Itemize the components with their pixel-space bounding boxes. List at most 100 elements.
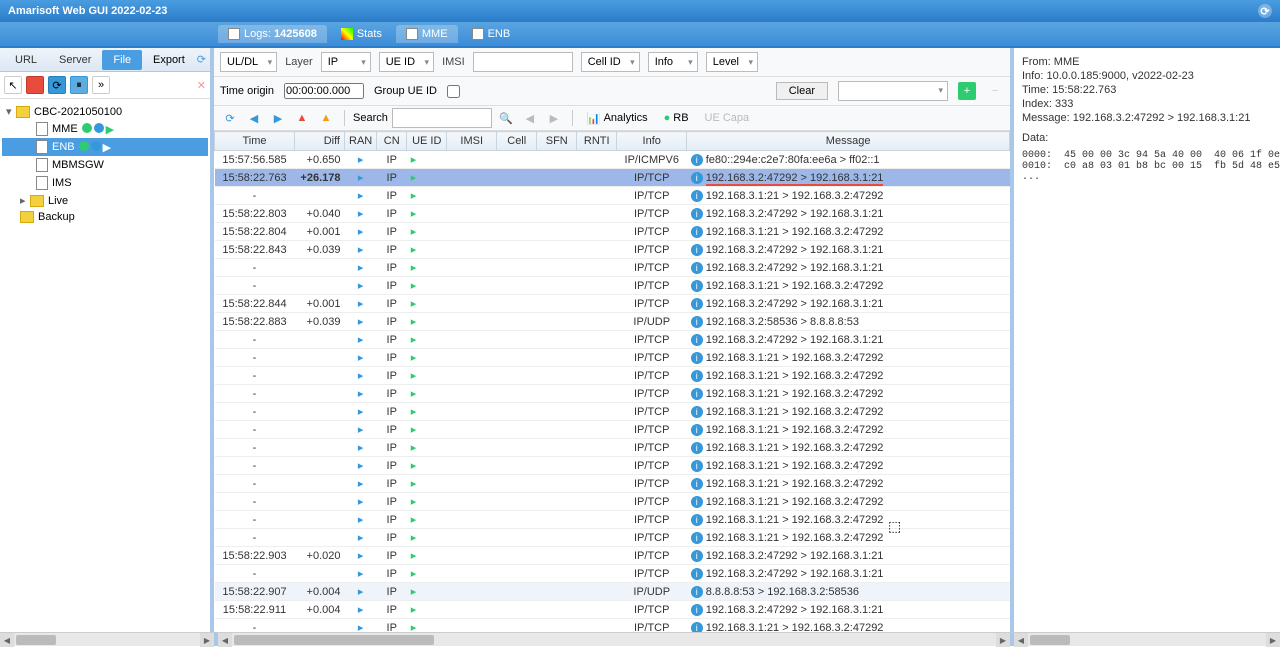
filter-bar: UL/DL Layer IP UE ID IMSI Cell ID Info L… xyxy=(214,48,1010,77)
table-row[interactable]: -▸IP▸IP/TCPi192.168.3.1:21 > 192.168.3.2… xyxy=(215,529,1010,547)
detail-hscroll[interactable]: ◀▶ xyxy=(1014,632,1280,646)
table-row[interactable]: -▸IP▸IP/TCPi192.168.3.2:47292 > 192.168.… xyxy=(215,259,1010,277)
column-header-sfn[interactable]: SFN xyxy=(537,132,577,151)
tab-enb[interactable]: ENB xyxy=(462,25,521,43)
table-row[interactable]: 15:58:22.883+0.039▸IP▸IP/UDPi192.168.3.2… xyxy=(215,313,1010,331)
caution-icon[interactable]: ▲ xyxy=(316,108,336,128)
table-row[interactable]: -▸IP▸IP/TCPi192.168.3.1:21 > 192.168.3.2… xyxy=(215,367,1010,385)
source-tab-url[interactable]: URL xyxy=(4,50,48,70)
add-filter-icon[interactable]: + xyxy=(958,82,976,100)
analytics-button[interactable]: 📊Analytics xyxy=(581,110,654,127)
stop-icon[interactable] xyxy=(26,76,44,94)
titlebar-refresh-icon[interactable]: ⟳ xyxy=(1258,4,1272,18)
search-input[interactable] xyxy=(392,108,492,128)
table-row[interactable]: -▸IP▸IP/TCPi192.168.3.2:47292 > 192.168.… xyxy=(215,331,1010,349)
forward-icon[interactable]: ▶ xyxy=(268,108,288,128)
layer-label: Layer xyxy=(285,56,313,68)
layer-combo[interactable]: IP xyxy=(321,52,371,72)
ueid-combo[interactable]: UE ID xyxy=(379,52,434,72)
table-row[interactable]: -▸IP▸IP/TCPi192.168.3.1:21 > 192.168.3.2… xyxy=(215,493,1010,511)
level-combo[interactable]: Level xyxy=(706,52,758,72)
column-header-message[interactable]: Message xyxy=(687,132,1010,151)
table-row[interactable]: 15:58:22.763+26.178▸IP▸IP/TCPi192.168.3.… xyxy=(215,169,1010,187)
column-header-cn[interactable]: CN xyxy=(377,132,407,151)
table-row[interactable]: -▸IP▸IP/TCPi192.168.3.1:21 > 192.168.3.2… xyxy=(215,457,1010,475)
table-row[interactable]: -▸IP▸IP/TCPi192.168.3.1:21 > 192.168.3.2… xyxy=(215,349,1010,367)
cellid-combo[interactable]: Cell ID xyxy=(581,52,640,72)
source-tab-server[interactable]: Server xyxy=(48,50,102,70)
pause-icon[interactable]: ⏸ xyxy=(70,76,88,94)
tree-node-mbmsgw[interactable]: MBMSGW xyxy=(2,156,208,174)
uecapa-button[interactable]: UE Capa xyxy=(699,110,756,126)
table-row[interactable]: 15:58:22.911+0.004▸IP▸IP/TCPi192.168.3.2… xyxy=(215,601,1010,619)
table-row[interactable]: -▸IP▸IP/TCPi192.168.3.1:21 > 192.168.3.2… xyxy=(215,421,1010,439)
export-button[interactable]: Export xyxy=(145,51,193,69)
table-row[interactable]: -▸IP▸IP/TCPi192.168.3.1:21 > 192.168.3.2… xyxy=(215,187,1010,205)
column-header-time[interactable]: Time xyxy=(215,132,295,151)
time-origin-input[interactable] xyxy=(284,83,364,99)
tree-node-ims[interactable]: IMS xyxy=(2,174,208,192)
table-row[interactable]: 15:58:22.907+0.004▸IP▸IP/UDPi8.8.8.8:53 … xyxy=(215,583,1010,601)
table-row[interactable]: 15:58:22.804+0.001▸IP▸IP/TCPi192.168.3.1… xyxy=(215,223,1010,241)
uldl-combo[interactable]: UL/DL xyxy=(220,52,277,72)
column-header-imsi[interactable]: IMSI xyxy=(447,132,497,151)
table-row[interactable]: 15:58:22.803+0.040▸IP▸IP/TCPi192.168.3.2… xyxy=(215,205,1010,223)
filter-preset-combo[interactable] xyxy=(838,81,948,101)
refresh-icon[interactable]: ⟳ xyxy=(197,53,206,66)
tab-logs[interactable]: Logs: 1425608 xyxy=(218,25,327,43)
column-header-ran[interactable]: RAN xyxy=(345,132,377,151)
clear-button[interactable]: Clear xyxy=(776,82,828,100)
column-header-ueid[interactable]: UE ID xyxy=(407,132,447,151)
warning-icon[interactable]: ▲ xyxy=(292,108,312,128)
table-row[interactable]: 15:57:56.585+0.650▸IP▸IP/ICMPV6ife80::29… xyxy=(215,151,1010,169)
search-back-icon[interactable]: ◀ xyxy=(520,108,540,128)
table-row[interactable]: 15:58:22.903+0.020▸IP▸IP/TCPi192.168.3.2… xyxy=(215,547,1010,565)
back-icon[interactable]: ◀ xyxy=(244,108,264,128)
table-row[interactable]: -▸IP▸IP/TCPi192.168.3.1:21 > 192.168.3.2… xyxy=(215,511,1010,529)
rb-button[interactable]: ●RB xyxy=(658,110,695,126)
column-header-cell[interactable]: Cell xyxy=(497,132,537,151)
log-table: TimeDiffRANCNUE IDIMSICellSFNRNTIInfoMes… xyxy=(214,131,1010,632)
table-row[interactable]: -▸IP▸IP/TCPi192.168.3.1:21 > 192.168.3.2… xyxy=(215,439,1010,457)
center-hscroll[interactable]: ◀▶ xyxy=(214,632,1014,646)
source-tab-file[interactable]: File xyxy=(102,50,142,70)
table-row[interactable]: 15:58:22.844+0.001▸IP▸IP/TCPi192.168.3.2… xyxy=(215,295,1010,313)
reload-icon[interactable]: ⟳ xyxy=(48,76,66,94)
column-header-info[interactable]: Info xyxy=(617,132,687,151)
table-row[interactable]: -▸IP▸IP/TCPi192.168.3.1:21 > 192.168.3.2… xyxy=(215,403,1010,421)
sidebar-hscroll[interactable]: ◀▶ xyxy=(0,632,214,646)
file-tree: ▾CBC-2021050100 MME▶ ENB▶ MBMSGW IMS ▸Li… xyxy=(0,99,210,632)
tree-root[interactable]: ▾CBC-2021050100 xyxy=(2,103,208,120)
detail-message: 192.168.3.2:47292 > 192.168.3.1:21 xyxy=(1073,112,1251,124)
group-ueid-checkbox[interactable] xyxy=(447,85,460,98)
cursor-icon[interactable]: ↖ xyxy=(4,76,22,94)
table-row[interactable]: -▸IP▸IP/TCPi192.168.3.1:21 > 192.168.3.2… xyxy=(215,475,1010,493)
info-combo[interactable]: Info xyxy=(648,52,698,72)
titlebar: Amarisoft Web GUI 2022-02-23 ⟳ xyxy=(0,0,1280,22)
mode-tabs: Logs: 1425608 Stats MME ENB xyxy=(0,22,1280,48)
action-bar: ⟳ ◀ ▶ ▲ ▲ Search 🔍 ◀ ▶ 📊Analytics ●RB UE… xyxy=(214,106,1010,131)
skip-icon[interactable]: » xyxy=(92,76,110,94)
remove-filter-icon[interactable]: − xyxy=(986,82,1004,100)
separator xyxy=(344,110,345,126)
imsi-input[interactable] xyxy=(473,52,573,72)
reload-icon[interactable]: ⟳ xyxy=(220,108,240,128)
status-dot-icon xyxy=(94,123,104,133)
table-row[interactable]: -▸IP▸IP/TCPi192.168.3.1:21 > 192.168.3.2… xyxy=(215,619,1010,633)
search-forward-icon[interactable]: ▶ xyxy=(544,108,564,128)
binoculars-icon[interactable]: 🔍 xyxy=(496,108,516,128)
table-row[interactable]: 15:58:22.843+0.039▸IP▸IP/TCPi192.168.3.2… xyxy=(215,241,1010,259)
tree-node-backup[interactable]: Backup xyxy=(2,209,208,225)
close-icon[interactable]: ✕ xyxy=(197,79,206,92)
tab-mme[interactable]: MME xyxy=(396,25,458,43)
table-row[interactable]: -▸IP▸IP/TCPi192.168.3.2:47292 > 192.168.… xyxy=(215,565,1010,583)
column-header-rnti[interactable]: RNTI xyxy=(577,132,617,151)
log-table-wrapper[interactable]: TimeDiffRANCNUE IDIMSICellSFNRNTIInfoMes… xyxy=(214,131,1010,632)
column-header-diff[interactable]: Diff xyxy=(295,132,345,151)
tree-node-enb[interactable]: ENB▶ xyxy=(2,138,208,156)
table-row[interactable]: -▸IP▸IP/TCPi192.168.3.1:21 > 192.168.3.2… xyxy=(215,385,1010,403)
table-row[interactable]: -▸IP▸IP/TCPi192.168.3.1:21 > 192.168.3.2… xyxy=(215,277,1010,295)
tree-node-live[interactable]: ▸Live xyxy=(2,192,208,209)
tab-stats[interactable]: Stats xyxy=(331,25,392,43)
tree-node-mme[interactable]: MME▶ xyxy=(2,120,208,138)
